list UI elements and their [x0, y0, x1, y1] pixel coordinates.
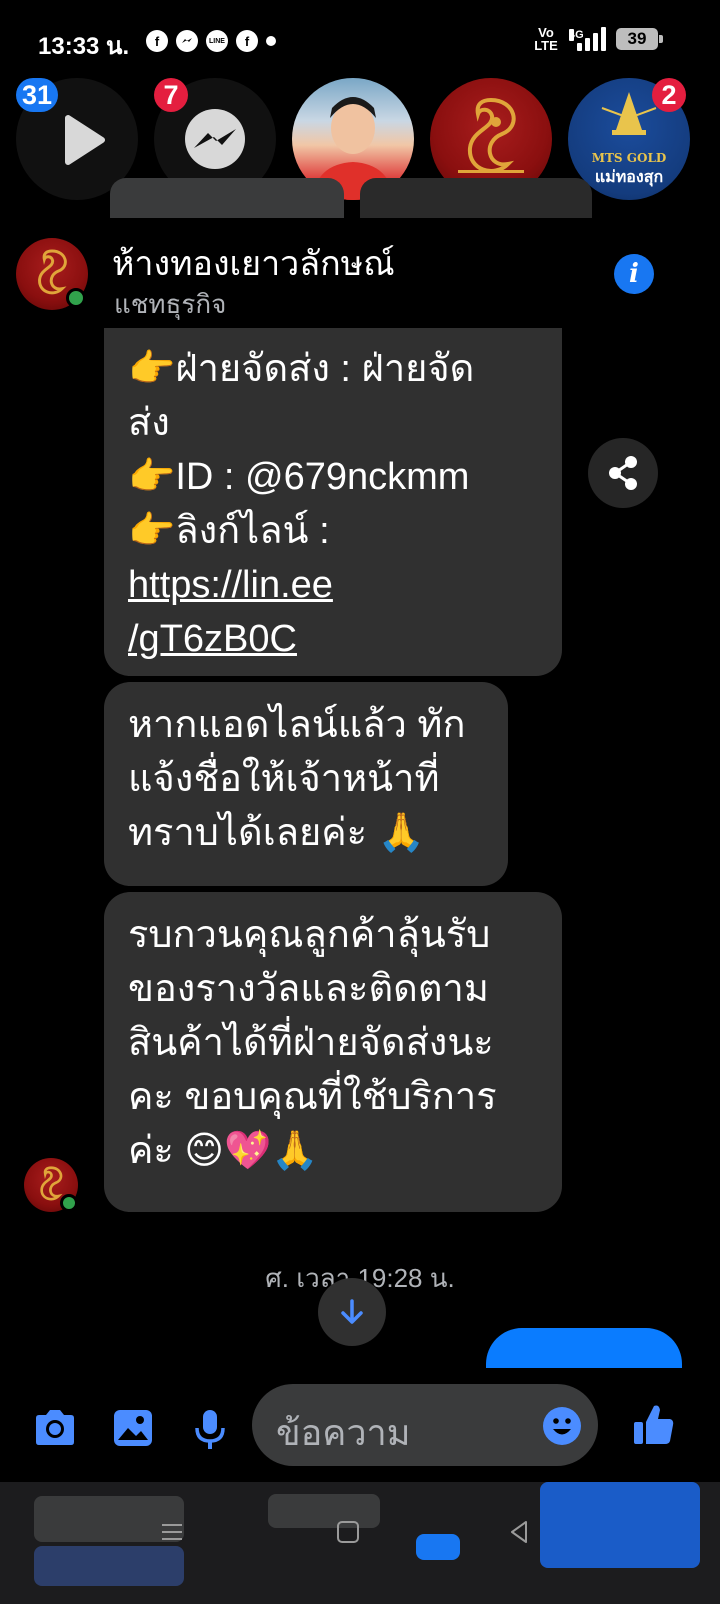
message-line: รบกวนคุณลูกค้าลุ้นรับ	[128, 914, 491, 956]
message-composer: ข้อความ	[0, 1368, 720, 1486]
mts-brand-line2: แม่ทองสุก	[595, 167, 663, 187]
preview-card	[268, 1494, 380, 1528]
message-line: ทราบได้เลยค่ะ 🙏	[128, 812, 425, 854]
message-line: หากแอดไลน์แล้ว ทัก	[128, 704, 466, 746]
mts-brand-line1: MTS GOLD	[592, 151, 667, 165]
info-icon[interactable]: i	[614, 254, 654, 294]
line-link[interactable]: /gT6zB0C	[128, 612, 538, 666]
message-line: ส่ง	[128, 402, 170, 444]
scroll-to-bottom-button[interactable]	[318, 1278, 386, 1346]
line-icon: LINE	[206, 30, 228, 52]
home-icon[interactable]	[334, 1518, 362, 1546]
message-line: 👉ลิงก์ไลน์ :	[128, 510, 330, 552]
message-bubble[interactable]: 👉ฝ่ายจัดส่ง : ฝ่ายจัด ส่ง 👉ID : @679nckm…	[104, 328, 562, 676]
message-bubble[interactable]: หากแอดไลน์แล้ว ทัก แจ้งชื่อให้เจ้าหน้าที…	[104, 682, 508, 886]
status-system-icons: Vo LTE 4G 39	[533, 25, 663, 53]
preview-card	[34, 1546, 184, 1586]
status-bar: 13:33 น. f LINE f Vo LTE 4G 39	[0, 0, 720, 80]
microphone-icon	[195, 1410, 225, 1449]
outgoing-message-bubble[interactable]	[486, 1328, 682, 1368]
thumbs-up-icon	[634, 1405, 674, 1444]
message-bubble[interactable]: รบกวนคุณลูกค้าลุ้นรับ ของรางวัลและติดตาม…	[104, 892, 562, 1212]
like-button[interactable]	[632, 1402, 676, 1453]
message-line: สินค้าได้ที่ฝ่ายจัดส่งนะ	[128, 1022, 494, 1064]
preview-card	[416, 1534, 460, 1560]
message-list[interactable]: 👉ฝ่ายจัดส่ง : ฝ่ายจัด ส่ง 👉ID : @679nckm…	[0, 328, 720, 1368]
unread-badge: 7	[154, 78, 188, 112]
message-input[interactable]: ข้อความ	[252, 1384, 598, 1466]
message-line: 👉ID : @679nckmm	[128, 456, 470, 498]
image-icon	[114, 1410, 152, 1446]
preview-card	[540, 1482, 700, 1568]
contact-subtitle: แชทธุรกิจ	[114, 289, 227, 319]
online-indicator	[60, 1194, 78, 1212]
share-button[interactable]	[588, 438, 658, 508]
more-notifications-dot	[266, 36, 276, 46]
status-notification-icons: f LINE f	[146, 30, 276, 52]
chat-header: ห้างทองเยาวลักษณ์ แชทธุรกิจ i	[0, 218, 720, 328]
network-type: 4G	[569, 29, 584, 41]
contact-name[interactable]: ห้างทองเยาวลักษณ์	[112, 236, 395, 290]
share-icon	[609, 456, 637, 490]
recent-apps-strip	[0, 1482, 720, 1604]
voice-button[interactable]	[192, 1408, 228, 1457]
facebook-icon: f	[236, 30, 258, 52]
message-placeholder: ข้อความ	[276, 1412, 411, 1453]
status-time: 13:33 น.	[38, 33, 130, 60]
message-line: 👉ฝ่ายจัดส่ง : ฝ่ายจัด	[128, 348, 475, 390]
camera-icon	[36, 1410, 74, 1445]
gallery-button[interactable]	[112, 1408, 154, 1453]
line-link[interactable]: https://lin.ee	[128, 558, 538, 612]
unread-badge: 2	[652, 78, 686, 112]
unread-badge: 31	[16, 78, 59, 112]
message-line: ค่ะ 😊💖🙏	[128, 1130, 319, 1172]
back-icon[interactable]	[506, 1518, 534, 1546]
arrow-down-icon	[341, 1299, 363, 1324]
volte-indicator: Vo LTE	[534, 25, 558, 53]
online-indicator	[66, 288, 86, 308]
camera-button[interactable]	[32, 1408, 78, 1453]
signal-icon: 4G	[569, 27, 606, 51]
battery-icon: 39	[616, 28, 663, 50]
facebook-icon: f	[146, 30, 168, 52]
message-line: ของรางวัลและติดตาม	[128, 968, 489, 1010]
message-line: แจ้งชื่อให้เจ้าหน้าที่	[128, 758, 440, 800]
messenger-icon	[176, 30, 198, 52]
emoji-icon[interactable]	[542, 1406, 582, 1446]
message-line: คะ ขอบคุณที่ใช้บริการ	[128, 1076, 497, 1118]
menu-icon[interactable]	[158, 1518, 186, 1546]
